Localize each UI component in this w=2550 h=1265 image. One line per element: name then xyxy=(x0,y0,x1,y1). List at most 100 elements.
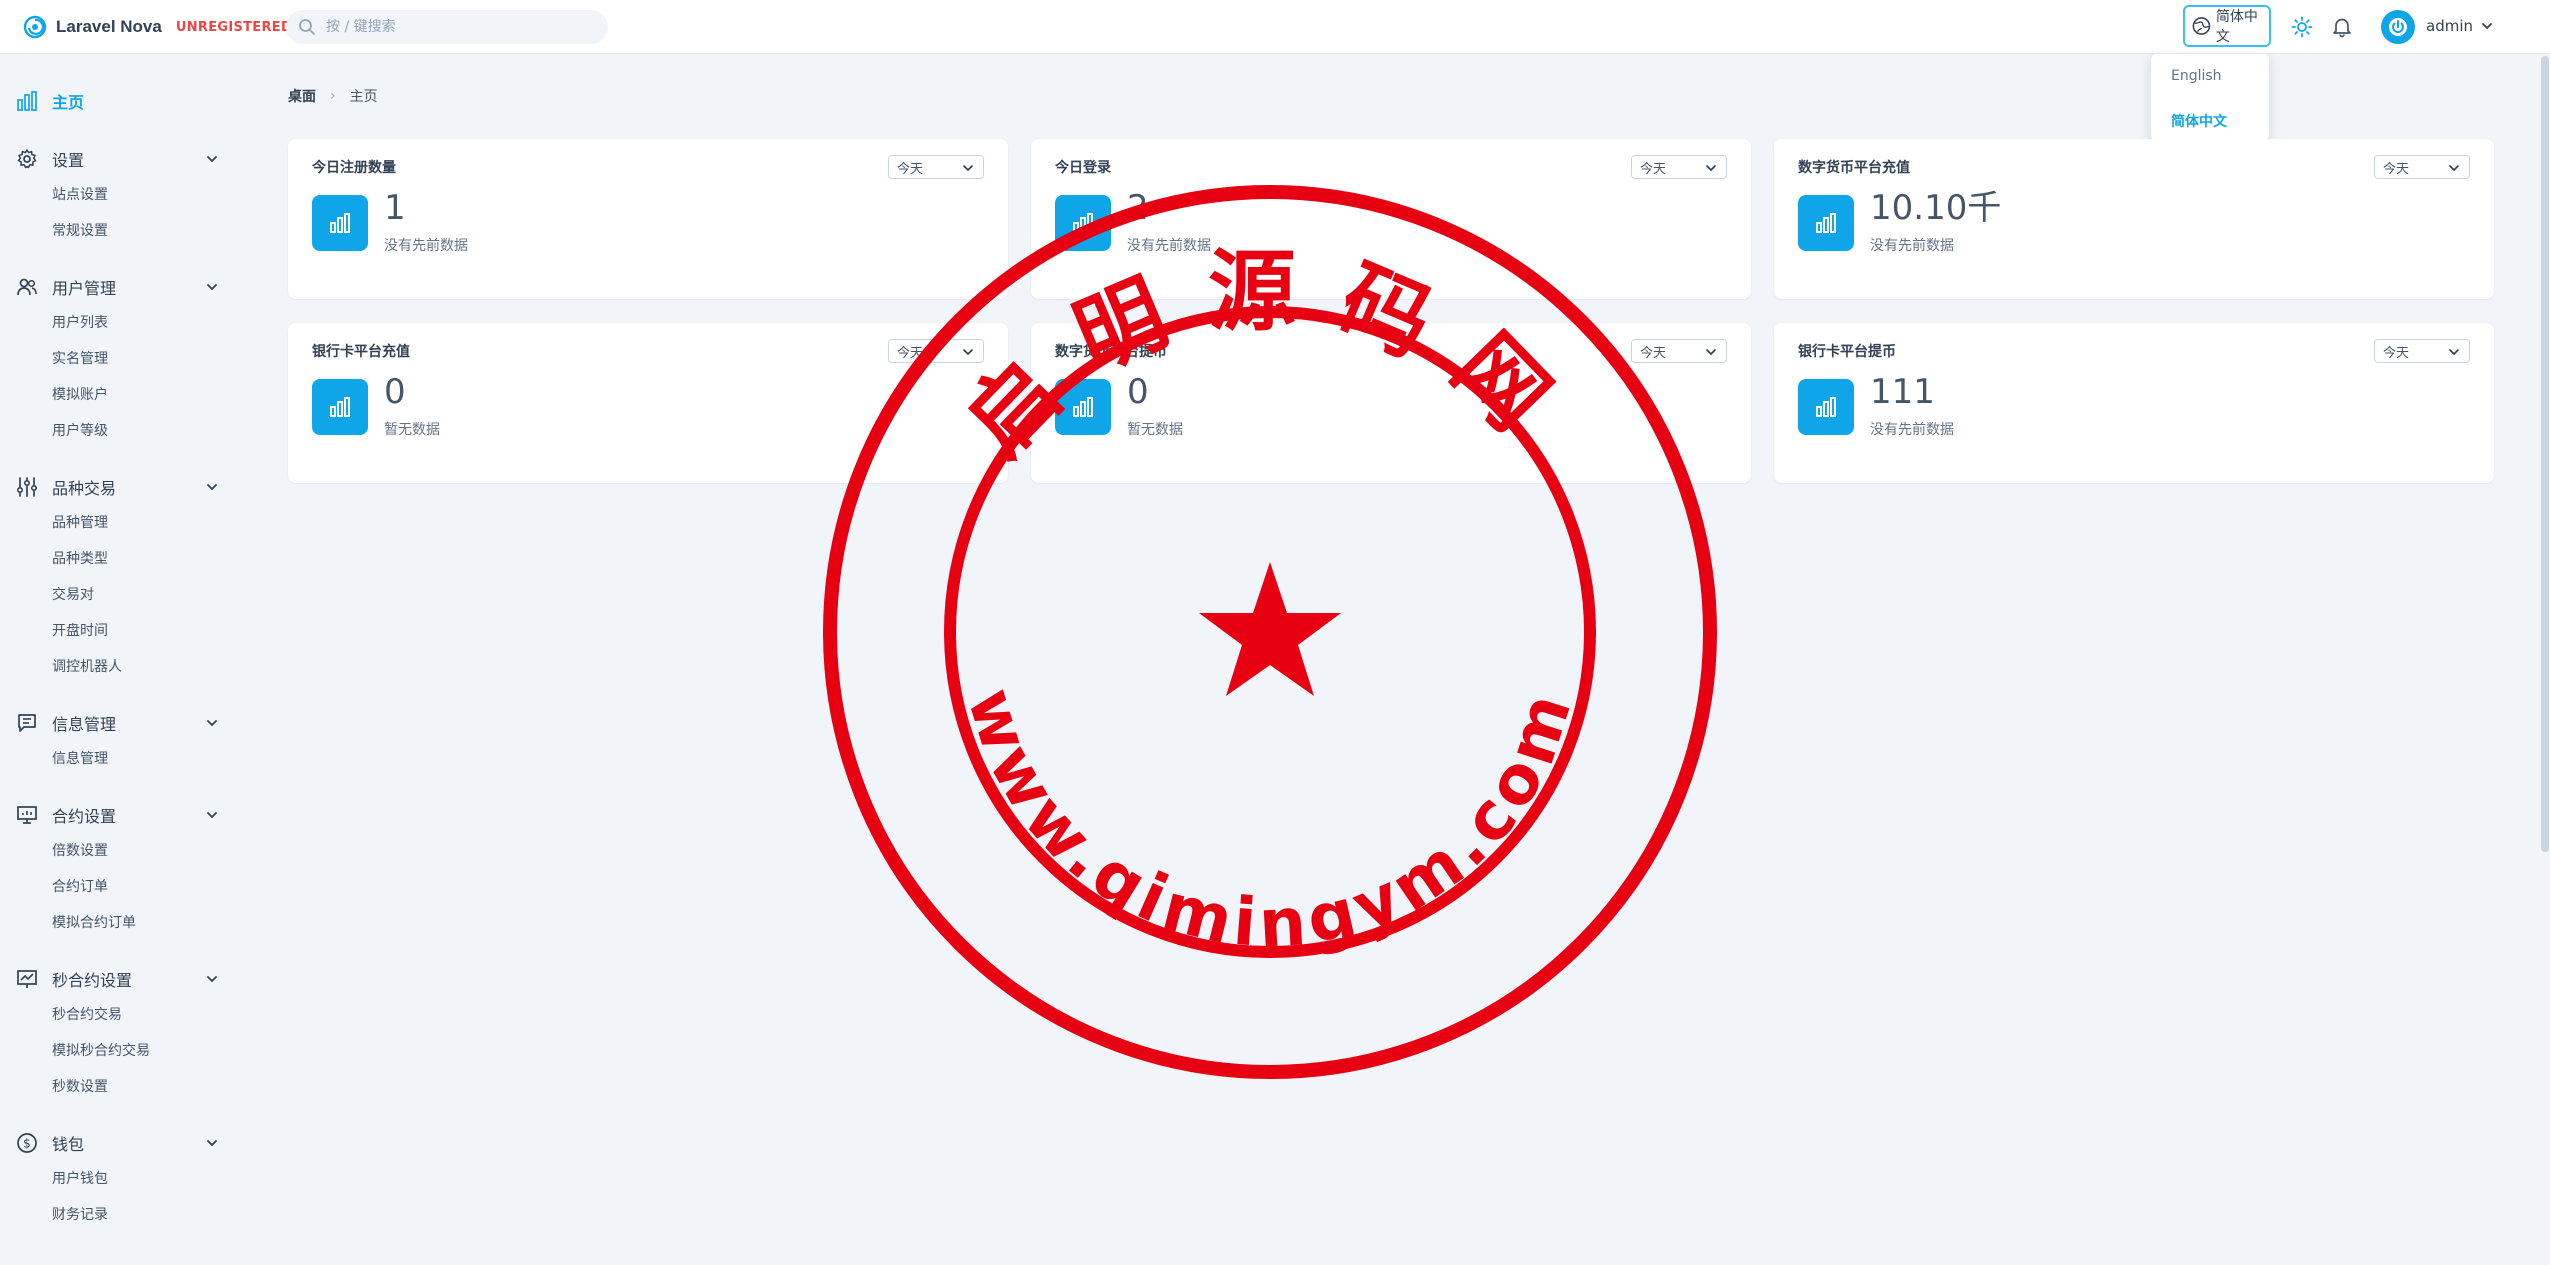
sidebar-item-label: 设置 xyxy=(52,151,85,170)
chevron-down-icon xyxy=(2449,349,2459,356)
chevron-down-icon[interactable] xyxy=(2479,18,2495,34)
card-value: 0 xyxy=(1127,372,1149,412)
currency-icon: $ xyxy=(17,1133,37,1153)
chevron-down-icon xyxy=(963,349,973,356)
chevron-down-icon[interactable] xyxy=(204,279,220,295)
range-select-value: 今天 xyxy=(2383,345,2410,361)
message-icon xyxy=(18,714,36,732)
breadcrumb-root[interactable]: 桌面 xyxy=(288,86,316,106)
sliders-icon xyxy=(16,477,38,497)
language-option-chinese[interactable]: 简体中文 xyxy=(2171,111,2227,131)
sidebar-item-wallet[interactable]: $ 钱包 xyxy=(16,1131,84,1155)
sidebar-item-settings[interactable]: 设置 xyxy=(16,147,84,171)
range-select[interactable]: 今天 xyxy=(888,339,984,363)
svg-text:www.qimingym.com: www.qimingym.com xyxy=(952,679,1588,963)
chevron-down-icon xyxy=(2449,165,2459,172)
metric-card-crypto-withdraw: 数字货币平台提币 今天 0 暂无数据 xyxy=(1031,323,1751,483)
sidebar-subitem[interactable]: 常规设置 xyxy=(52,220,108,240)
nova-logo-icon xyxy=(23,15,47,39)
app-logo[interactable]: Laravel Nova UNREGISTERED xyxy=(22,14,292,40)
sidebar-subitem[interactable]: 倍数设置 xyxy=(52,840,108,860)
sidebar-item-contracts[interactable]: 合约设置 xyxy=(16,803,116,827)
sidebar-subitem[interactable]: 站点设置 xyxy=(52,184,108,204)
sidebar-item-label: 用户管理 xyxy=(52,279,117,298)
range-select[interactable]: 今天 xyxy=(1631,339,1727,363)
language-current-label: 简体中文 xyxy=(2215,9,2258,45)
card-subtext: 暂无数据 xyxy=(384,422,440,438)
sidebar-subitem[interactable]: 用户钱包 xyxy=(52,1168,108,1188)
sidebar-item-label: 品种交易 xyxy=(52,479,117,498)
range-select[interactable]: 今天 xyxy=(2374,339,2470,363)
sidebar-item-second-contracts[interactable]: 秒合约设置 xyxy=(16,967,132,991)
user-avatar[interactable] xyxy=(2381,10,2415,44)
chart-bar-icon xyxy=(330,397,350,417)
chevron-down-icon xyxy=(963,165,973,172)
language-dropdown: English 简体中文 xyxy=(2150,53,2270,141)
notifications-button[interactable] xyxy=(2329,14,2355,40)
chevron-down-icon[interactable] xyxy=(204,807,220,823)
sidebar-subitem[interactable]: 模拟账户 xyxy=(52,384,108,404)
metric-card-bank-deposit: 银行卡平台充值 今天 0 暂无数据 xyxy=(288,323,1008,483)
range-select[interactable]: 今天 xyxy=(1631,155,1727,179)
sidebar-subitem[interactable]: 用户列表 xyxy=(52,312,108,332)
sidebar-item-trading[interactable]: 品种交易 xyxy=(16,475,116,499)
breadcrumb-separator: › xyxy=(330,88,336,104)
sidebar-item-messages[interactable]: 信息管理 xyxy=(16,711,116,735)
sidebar-subitem[interactable]: 信息管理 xyxy=(52,748,108,768)
sidebar-subitem[interactable]: 合约订单 xyxy=(52,876,108,896)
global-search[interactable] xyxy=(286,10,608,44)
sidebar-subitem[interactable]: 品种管理 xyxy=(52,512,108,532)
sidebar-item-users[interactable]: 用户管理 xyxy=(16,275,116,299)
card-subtext: 没有先前数据 xyxy=(1870,422,1954,438)
sidebar-subitem[interactable]: 调控机器人 xyxy=(52,656,122,676)
app-name: Laravel Nova xyxy=(56,17,162,36)
search-icon xyxy=(299,19,315,35)
sun-icon xyxy=(2291,16,2313,38)
sidebar-subitem[interactable]: 模拟秒合约交易 xyxy=(52,1040,150,1060)
sidebar-item-label: 信息管理 xyxy=(52,715,117,734)
sidebar-item-label: 秒合约设置 xyxy=(52,971,133,990)
range-select[interactable]: 今天 xyxy=(2374,155,2470,179)
sidebar-subitem[interactable]: 交易对 xyxy=(52,584,94,604)
sidebar-subitem[interactable]: 模拟合约订单 xyxy=(52,912,136,932)
sidebar-item-label: 合约设置 xyxy=(52,807,117,826)
range-select[interactable]: 今天 xyxy=(888,155,984,179)
sidebar-subitem[interactable]: 财务记录 xyxy=(52,1204,108,1224)
range-select-value: 今天 xyxy=(1640,345,1667,361)
chevron-down-icon[interactable] xyxy=(204,479,220,495)
chevron-down-icon[interactable] xyxy=(204,971,220,987)
trend-chart-icon xyxy=(17,970,37,988)
sidebar-item-label: 主页 xyxy=(52,93,85,112)
card-icon xyxy=(1055,379,1111,435)
card-title: 银行卡平台充值 xyxy=(312,344,410,360)
sidebar-subitem[interactable]: 秒数设置 xyxy=(52,1076,108,1096)
globe-icon xyxy=(2192,17,2211,35)
user-name[interactable]: admin xyxy=(2426,17,2473,35)
sidebar-subitem[interactable]: 实名管理 xyxy=(52,348,108,368)
chart-bar-icon xyxy=(1073,213,1093,233)
card-subtext: 没有先前数据 xyxy=(384,238,468,254)
chevron-down-icon[interactable] xyxy=(204,715,220,731)
card-title: 今日注册数量 xyxy=(312,160,396,176)
chevron-down-icon xyxy=(1706,165,1716,172)
power-icon xyxy=(2389,18,2407,36)
chevron-down-icon[interactable] xyxy=(204,151,220,167)
sidebar-item-home[interactable]: 主页 xyxy=(16,89,84,113)
sidebar-subitem[interactable]: 开盘时间 xyxy=(52,620,108,640)
card-value: 2 xyxy=(1127,188,1149,228)
language-option-english[interactable]: English xyxy=(2171,68,2222,84)
metric-card-logins: 今日登录 今天 2 没有先前数据 xyxy=(1031,139,1751,299)
card-value: 0 xyxy=(384,372,406,412)
sidebar-subitem[interactable]: 用户等级 xyxy=(52,420,108,440)
sidebar-subitem[interactable]: 秒合约交易 xyxy=(52,1004,122,1024)
language-switcher-button[interactable]: 简体中文 xyxy=(2183,5,2271,47)
sidebar: 主页 设置 站点设置 常规设置 用户管理 用户列表 实名管理 模拟账户 用户等级 xyxy=(0,54,240,1265)
chevron-down-icon[interactable] xyxy=(204,1135,220,1151)
scrollbar-thumb[interactable] xyxy=(2541,56,2549,852)
svg-text:$: $ xyxy=(23,1137,31,1151)
search-input[interactable] xyxy=(326,19,586,35)
breadcrumb: 桌面 › 主页 xyxy=(288,86,378,106)
metric-card-registrations: 今日注册数量 今天 1 没有先前数据 xyxy=(288,139,1008,299)
sidebar-subitem[interactable]: 品种类型 xyxy=(52,548,108,568)
theme-toggle-button[interactable] xyxy=(2289,14,2315,40)
